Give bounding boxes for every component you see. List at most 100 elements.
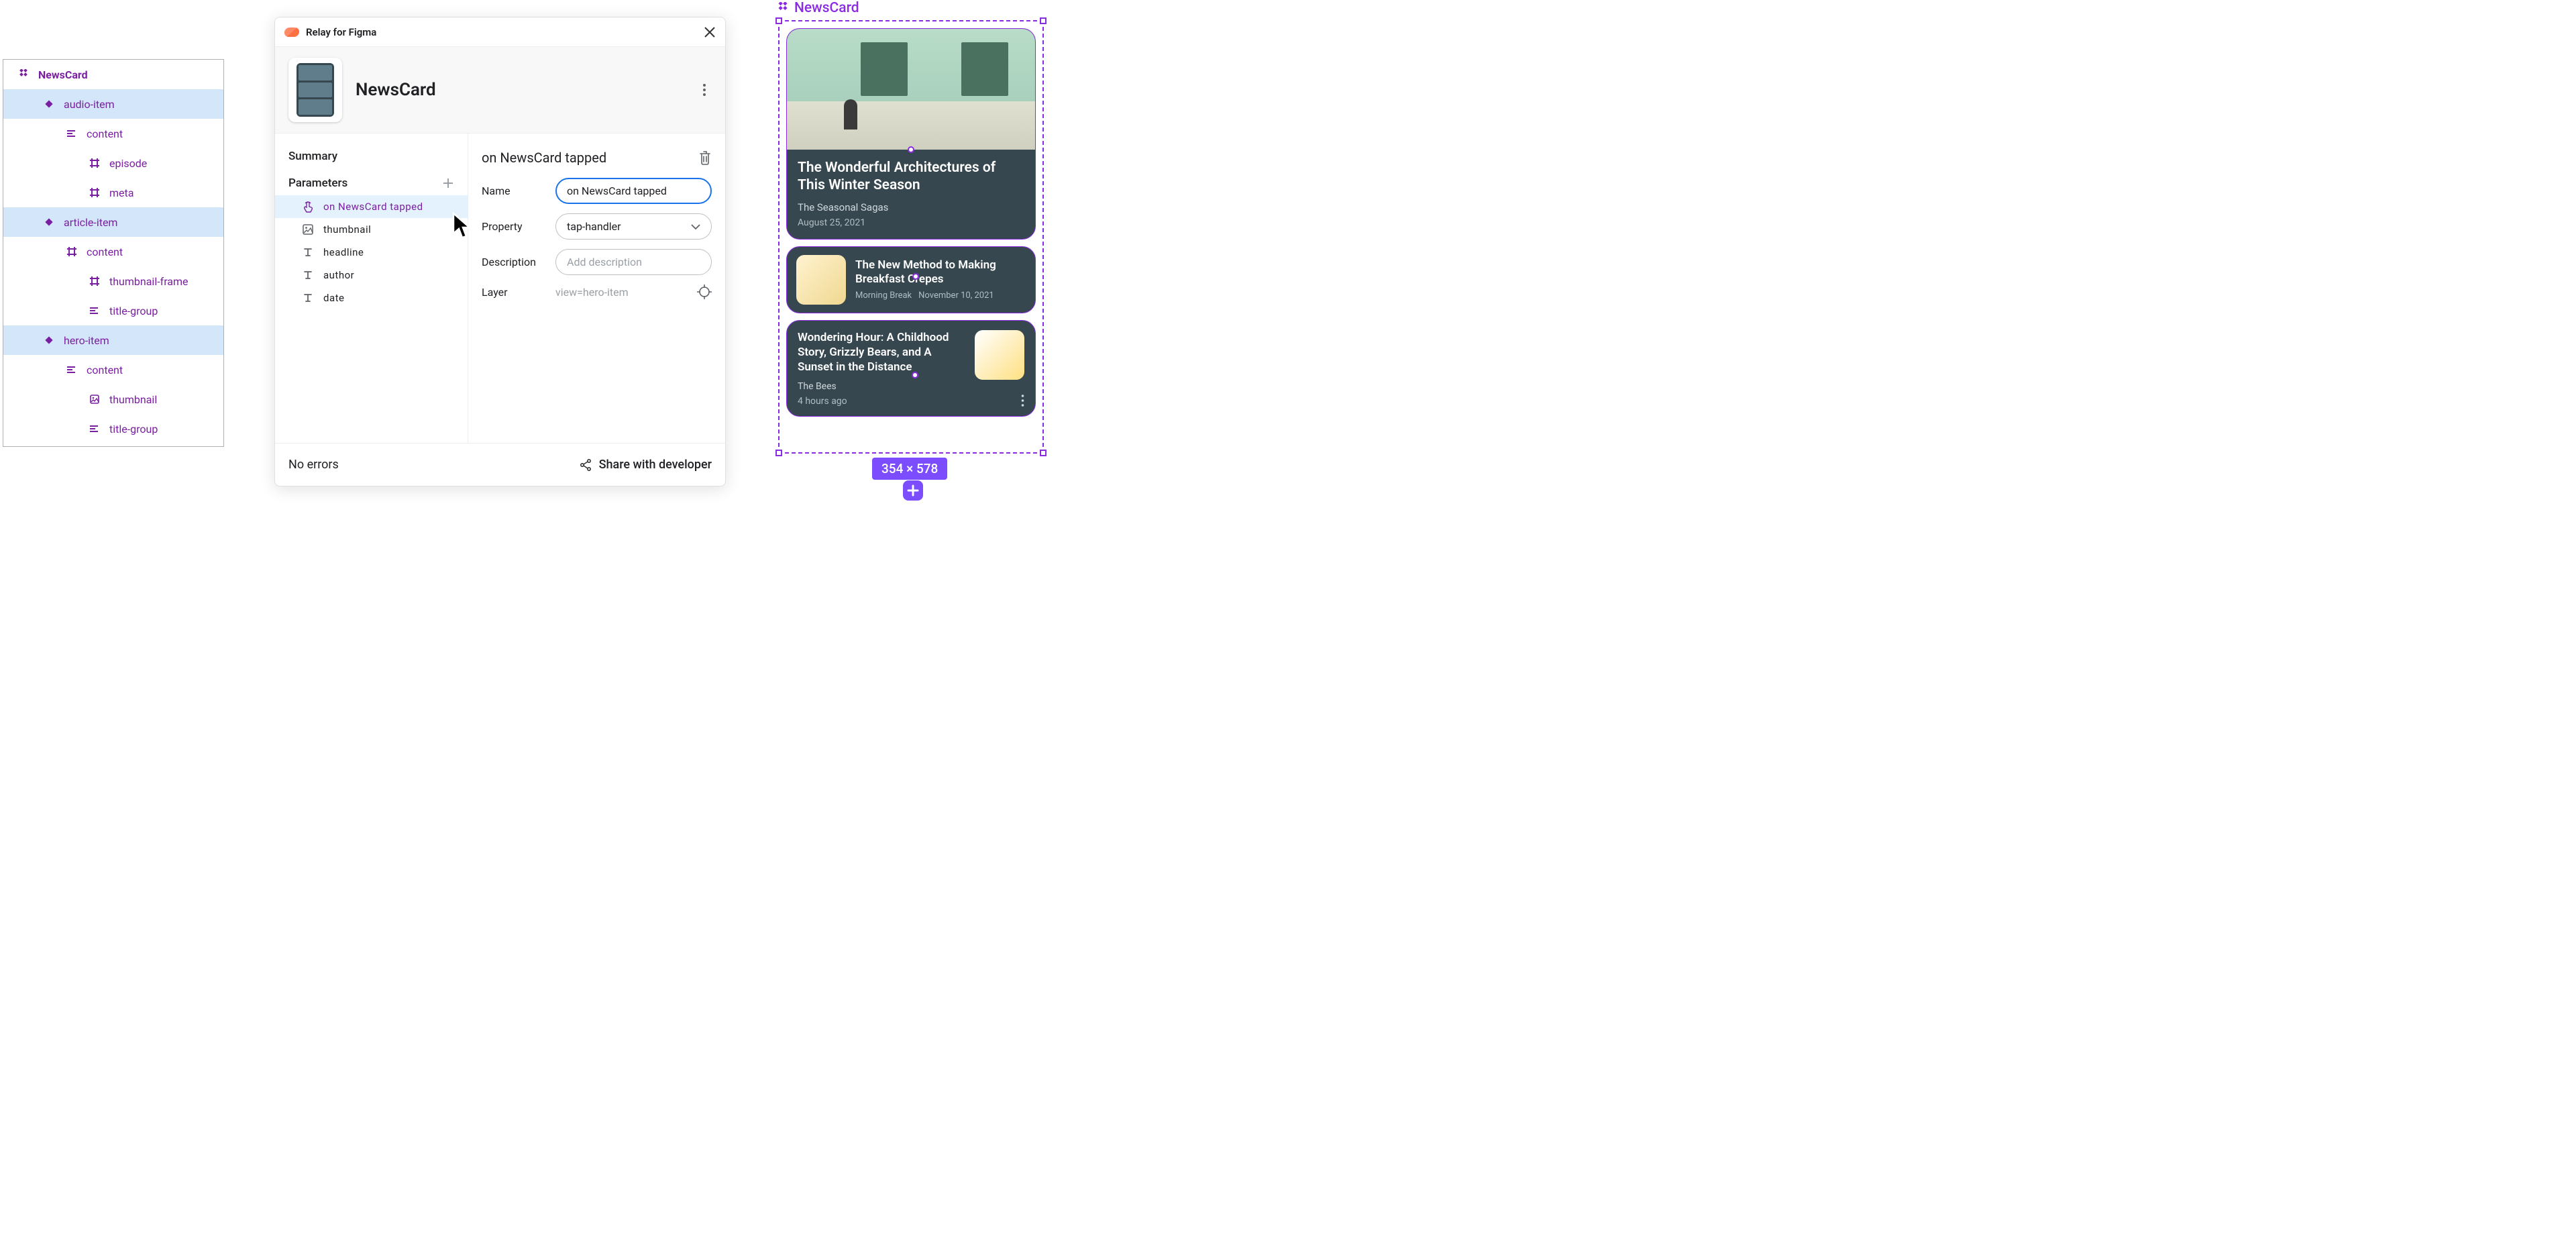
layer-label: thumbnail: [109, 393, 157, 406]
audio-author: The Bees: [798, 381, 965, 392]
selection-handle[interactable]: [1040, 17, 1046, 24]
layer-row[interactable]: audio-item: [3, 89, 223, 119]
more-menu-button[interactable]: [697, 78, 712, 102]
canvas-component-label[interactable]: NewsCard: [777, 0, 859, 16]
parameter-row[interactable]: thumbnail: [275, 218, 468, 241]
layer-value: view=hero-item: [555, 286, 629, 299]
delete-parameter-button[interactable]: [698, 150, 712, 165]
hero-date: August 25, 2021: [798, 217, 1024, 228]
constraint-marker-icon: [912, 273, 919, 280]
layer-row[interactable]: title-group: [3, 296, 223, 325]
article-item-card[interactable]: The New Method to Making Breakfast Crepe…: [786, 246, 1036, 313]
add-variant-button[interactable]: [903, 480, 923, 501]
layer-row[interactable]: hero-item: [3, 325, 223, 355]
description-input[interactable]: Add description: [555, 249, 712, 275]
more-vertical-icon: [1021, 395, 1024, 407]
parameter-row[interactable]: author: [275, 264, 468, 287]
selection-handle[interactable]: [775, 450, 782, 456]
parameter-label: headline: [323, 246, 364, 258]
layer-label: content: [87, 246, 123, 258]
layer-field-label: Layer: [482, 286, 555, 299]
audio-more-button[interactable]: [1021, 395, 1024, 407]
parameter-row[interactable]: on NewsCard tapped: [275, 195, 468, 218]
left-pane: Summary Parameters on NewsCard tappedthu…: [275, 134, 468, 443]
layer-row[interactable]: episode: [3, 148, 223, 178]
close-icon: [704, 26, 716, 38]
name-input[interactable]: on NewsCard tapped: [555, 178, 712, 204]
parameter-row[interactable]: date: [275, 287, 468, 309]
audio-date: 4 hours ago: [798, 396, 965, 407]
layer-row[interactable]: content: [3, 119, 223, 148]
share-with-developer-button[interactable]: Share with developer: [579, 458, 712, 472]
canvas-selection-frame[interactable]: The Wonderful Architectures of This Wint…: [778, 20, 1044, 454]
description-row: Description Add description: [482, 249, 712, 275]
audio-headline: Wondering Hour: A Childhood Story, Grizz…: [798, 330, 965, 374]
selection-handle[interactable]: [1040, 450, 1046, 456]
frame-icon: [88, 276, 101, 286]
hero-thumbnail: [787, 29, 1035, 150]
layer-target-button[interactable]: [697, 285, 712, 299]
text-parameter-icon: [302, 293, 314, 303]
layer-label: content: [87, 127, 123, 140]
variant-icon: [42, 218, 56, 226]
parameters-label: Parameters: [288, 176, 347, 190]
image-parameter-icon: [302, 224, 314, 235]
layer-label: episode: [109, 157, 147, 170]
audio-item-card[interactable]: Wondering Hour: A Childhood Story, Grizz…: [786, 320, 1036, 417]
layer-label: meta: [109, 187, 133, 199]
variant-icon: [42, 100, 56, 108]
parameter-title-row: on NewsCard tapped: [482, 143, 712, 178]
image-icon: [88, 395, 101, 404]
text-parameter-icon: [302, 270, 314, 280]
layer-row[interactable]: thumbnail-frame: [3, 266, 223, 296]
description-field-label: Description: [482, 256, 555, 268]
property-select[interactable]: tap-handler: [555, 213, 712, 240]
add-parameter-button[interactable]: [442, 177, 454, 189]
component-header: NewsCard: [275, 47, 725, 134]
selection-handle[interactable]: [775, 17, 782, 24]
layer-label: article-item: [64, 216, 117, 229]
parameters-header: Parameters: [275, 170, 468, 195]
plugin-title: Relay for Figma: [306, 26, 376, 38]
layers-panel: NewsCard audio-item content episode meta art…: [3, 59, 224, 447]
dialog-footer: No errors Share with developer: [275, 443, 725, 486]
right-pane: on NewsCard tapped Name on NewsCard tapp…: [468, 134, 725, 443]
layer-row[interactable]: content: [3, 237, 223, 266]
layer-row[interactable]: article-item: [3, 207, 223, 237]
layer-label: content: [87, 364, 123, 376]
frame-icon: [88, 158, 101, 168]
text-parameter-icon: [302, 247, 314, 258]
article-thumbnail: [796, 255, 846, 305]
hero-item-card[interactable]: The Wonderful Architectures of This Wint…: [786, 28, 1036, 240]
relay-plugin-dialog: Relay for Figma NewsCard Summary Paramet…: [274, 17, 726, 486]
layer-root[interactable]: NewsCard: [3, 60, 223, 89]
name-field-label: Name: [482, 185, 555, 197]
layer-label: title-group: [109, 423, 158, 435]
parameter-row[interactable]: headline: [275, 241, 468, 264]
plus-icon: [442, 177, 454, 189]
variant-icon: [42, 336, 56, 344]
close-button[interactable]: [704, 26, 716, 38]
component-set-icon: [17, 69, 30, 80]
dialog-titlebar: Relay for Figma: [275, 17, 725, 47]
share-icon: [579, 458, 592, 472]
component-thumbnail: [288, 58, 342, 122]
relay-logo-icon: [284, 28, 299, 37]
summary-section-label[interactable]: Summary: [275, 143, 468, 170]
hero-author: The Seasonal Sagas: [798, 201, 1024, 213]
layer-label: audio-item: [64, 98, 115, 111]
audio-thumbnail: [975, 330, 1024, 380]
group-icon: [88, 307, 101, 315]
selection-size-badge: 354 × 578: [872, 458, 947, 480]
frame-icon: [88, 188, 101, 197]
group-icon: [88, 425, 101, 433]
layer-label: thumbnail-frame: [109, 275, 189, 288]
tap-handler-icon: [302, 201, 314, 213]
layer-row[interactable]: content: [3, 355, 223, 384]
layer-row[interactable]: meta: [3, 178, 223, 207]
group-icon: [65, 130, 78, 138]
chevron-down-icon: [691, 224, 700, 229]
layer-row[interactable]: thumbnail: [3, 384, 223, 414]
constraint-marker-icon: [912, 372, 918, 378]
layer-row[interactable]: title-group: [3, 414, 223, 444]
